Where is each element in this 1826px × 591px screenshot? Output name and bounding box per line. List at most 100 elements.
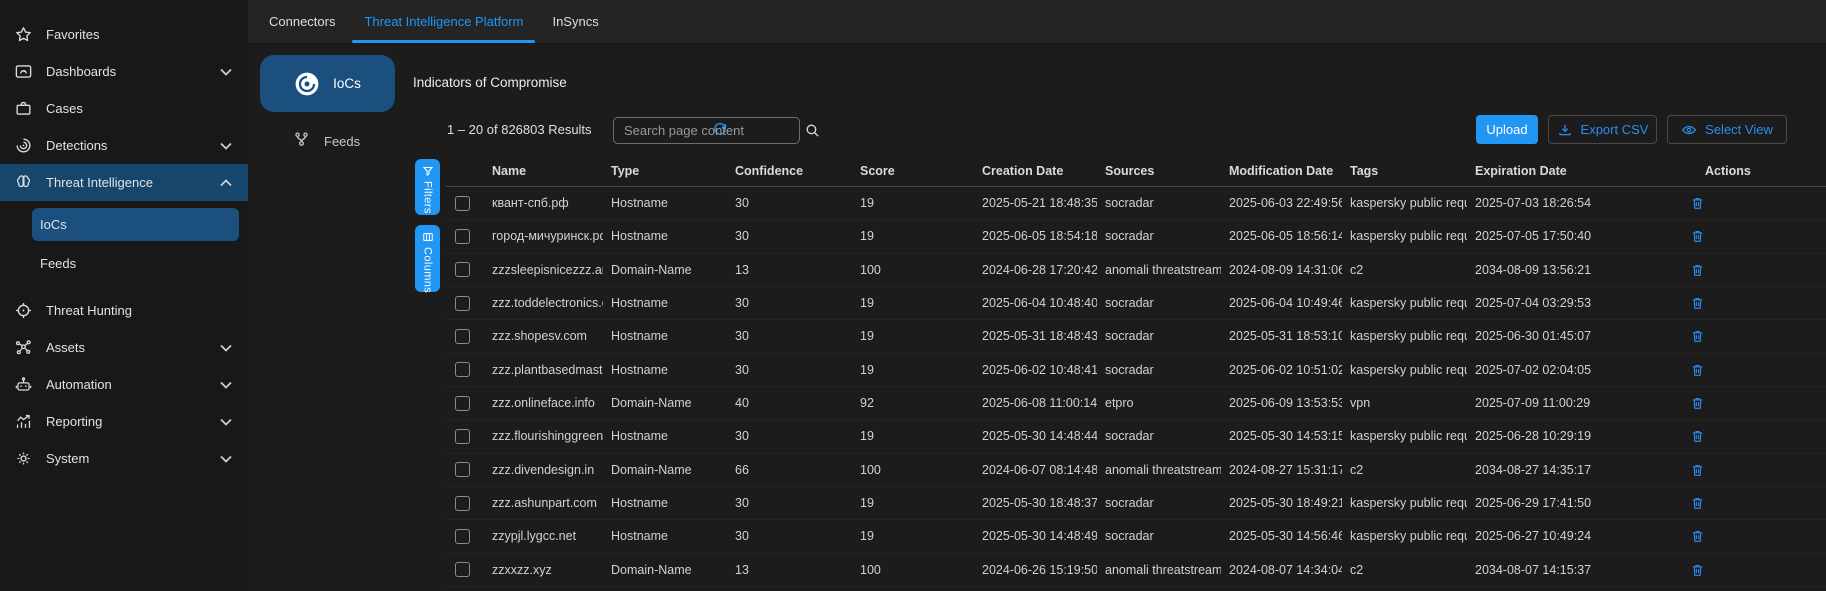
chevron-down-icon [220,381,232,389]
delete-icon[interactable] [1690,228,1705,244]
cell-score: 100 [852,563,974,577]
export-csv-button[interactable]: Export CSV [1548,115,1657,144]
table-row[interactable]: zzz.shopesv.com Hostname 30 19 2025-05-3… [446,320,1826,353]
cell-modification-date: 2025-05-31 18:53:10 [1221,329,1342,343]
export-csv-label: Export CSV [1581,122,1649,137]
delete-icon[interactable] [1690,362,1705,378]
sidebar-item-automation[interactable]: Automation [0,366,248,403]
cell-expiration-date: 2025-07-09 11:00:29 [1467,396,1660,410]
filters-button[interactable]: Filters [415,159,440,215]
row-checkbox[interactable] [455,296,470,311]
delete-icon[interactable] [1690,528,1705,544]
table-row[interactable]: zzz.flourishinggreens Hostname 30 19 202… [446,420,1826,453]
cell-confidence: 30 [727,229,852,243]
row-checkbox[interactable] [455,229,470,244]
table-row[interactable]: zzz.toddelectronics.c Hostname 30 19 202… [446,287,1826,320]
delete-icon[interactable] [1690,195,1705,211]
table-row[interactable]: zzxxzz.xyz Domain-Name 13 100 2024-06-26… [446,554,1826,587]
gear-icon [14,449,33,468]
table-row[interactable]: zzzsleepisnicezzz.ar Domain-Name 13 100 … [446,254,1826,287]
table-row[interactable]: город-мичуринск.рф Hostname 30 19 2025-0… [446,220,1826,253]
sidebar-item-dashboards[interactable]: Dashboards [0,53,248,90]
top-tab-bar: Connectors Threat Intelligence Platform … [248,0,1826,44]
cell-score: 100 [852,463,974,477]
table-row[interactable]: квант-спб.рф Hostname 30 19 2025-05-21 1… [446,187,1826,220]
tab-label: InSyncs [552,14,598,29]
sidebar-item-assets[interactable]: Assets [0,329,248,366]
search-input[interactable] [614,123,804,138]
row-checkbox[interactable] [455,529,470,544]
table-row[interactable]: zzz.ashunpart.com Hostname 30 19 2025-05… [446,487,1826,520]
cell-confidence: 13 [727,563,852,577]
cell-creation-date: 2025-05-30 18:48:37 [974,496,1097,510]
sidebar-item-threat-hunting[interactable]: Threat Hunting [0,292,248,329]
cell-score: 19 [852,296,974,310]
cell-score: 100 [852,263,974,277]
results-count: 1 – 20 of 826803 Results [447,122,592,137]
cell-sources: socradar [1097,529,1221,543]
cell-name: zzz.divendesign.in [484,463,603,477]
cell-expiration-date: 2025-06-30 01:45:07 [1467,329,1660,343]
cell-tags: kaspersky public requ [1342,296,1467,310]
delete-icon[interactable] [1690,295,1705,311]
cell-sources: socradar [1097,229,1221,243]
sidebar-item-detections[interactable]: Detections [0,127,248,164]
row-checkbox[interactable] [455,362,470,377]
cell-name: zzz.onlineface.info [484,396,603,410]
select-view-button[interactable]: Select View [1667,115,1787,144]
sidebar-item-favorites[interactable]: Favorites [0,16,248,53]
row-checkbox[interactable] [455,262,470,277]
subnav-iocs-button[interactable]: IoCs [260,55,395,112]
sidebar-item-reporting[interactable]: Reporting [0,403,248,440]
row-checkbox[interactable] [455,429,470,444]
chevron-down-icon [220,68,232,76]
cell-expiration-date: 2025-06-29 17:41:50 [1467,496,1660,510]
sidebar-item-cases[interactable]: Cases [0,90,248,127]
row-checkbox[interactable] [455,196,470,211]
row-checkbox[interactable] [455,496,470,511]
sidebar-item-threat-intelligence[interactable]: Threat Intelligence [0,164,248,201]
subnav-feeds-button[interactable]: Feeds [292,130,360,152]
delete-icon[interactable] [1690,495,1705,511]
tab-connectors[interactable]: Connectors [257,0,347,43]
row-checkbox[interactable] [455,329,470,344]
columns-button[interactable]: Columns [415,225,440,292]
sidebar-item-system[interactable]: System [0,440,248,477]
sidebar-subitem-label: IoCs [40,217,67,232]
table-row[interactable]: zzz.onlineface.info Domain-Name 40 92 20… [446,387,1826,420]
cell-creation-date: 2025-06-05 18:54:18 [974,229,1097,243]
delete-icon[interactable] [1690,462,1705,478]
cell-tags: kaspersky public requ [1342,229,1467,243]
cell-expiration-date: 2025-07-02 02:04:05 [1467,363,1660,377]
row-checkbox[interactable] [455,396,470,411]
cell-modification-date: 2025-06-03 22:49:56 [1221,196,1342,210]
sidebar-subitem-feeds[interactable]: Feeds [32,247,239,280]
table-row[interactable]: zzz.divendesign.in Domain-Name 66 100 20… [446,454,1826,487]
cell-expiration-date: 2025-06-27 10:49:24 [1467,529,1660,543]
sidebar-item-label: System [46,451,89,466]
delete-icon[interactable] [1690,428,1705,444]
delete-icon[interactable] [1690,562,1705,578]
delete-icon[interactable] [1690,328,1705,344]
cell-sources: anomali threatstream [1097,263,1221,277]
cell-score: 19 [852,363,974,377]
table-row[interactable]: zzz.plantbasedmaste Hostname 30 19 2025-… [446,354,1826,387]
sidebar-item-label: Detections [46,138,107,153]
table-row[interactable]: zzypjl.lygcc.net Hostname 30 19 2025-05-… [446,520,1826,553]
tab-threat-intelligence-platform[interactable]: Threat Intelligence Platform [352,0,535,43]
delete-icon[interactable] [1690,395,1705,411]
search-icon[interactable] [804,122,821,139]
feeds-icon [292,130,311,152]
delete-icon[interactable] [1690,262,1705,278]
cell-name: zzz.ashunpart.com [484,496,603,510]
sidebar-subitem-iocs[interactable]: IoCs [32,208,239,241]
upload-button[interactable]: Upload [1476,115,1538,144]
column-header-sources: Sources [1097,164,1221,178]
cell-sources: socradar [1097,363,1221,377]
chart-icon [14,412,33,431]
tab-insyncs[interactable]: InSyncs [540,0,610,43]
cell-name: zzz.plantbasedmaste [484,363,603,377]
row-checkbox[interactable] [455,562,470,577]
cell-type: Domain-Name [603,396,727,410]
row-checkbox[interactable] [455,462,470,477]
